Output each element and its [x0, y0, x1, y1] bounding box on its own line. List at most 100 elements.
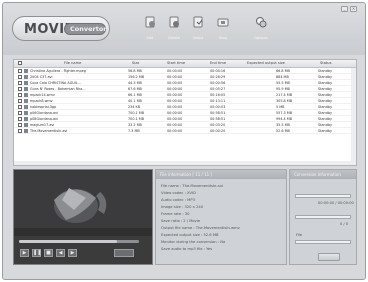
cell-size: 44.3 MB	[128, 80, 142, 85]
stop-icon	[217, 18, 229, 27]
cell-name: 2004 C37.avi	[30, 74, 53, 79]
select-button-label: Select	[192, 36, 204, 40]
table-horizontal-scrollbar[interactable]	[14, 161, 351, 165]
cell-status: Standby	[318, 68, 333, 73]
select-button[interactable]: Select	[184, 12, 212, 44]
video-file-icon	[24, 87, 28, 91]
cell-status: Standby	[318, 74, 333, 79]
row-checkbox[interactable]	[18, 117, 22, 121]
row-checkbox[interactable]	[18, 123, 22, 127]
cell-size: 700.1 MB	[128, 116, 145, 121]
row-checkbox[interactable]	[18, 93, 22, 97]
cell-size: 66.1 MB	[128, 92, 142, 97]
cell-name: mpack14.wmv	[30, 92, 55, 97]
file-progress-bar	[295, 194, 351, 198]
select-all-checkbox[interactable]	[18, 61, 22, 65]
cell-start: 00:00:00	[167, 98, 183, 103]
video-file-icon	[24, 75, 28, 79]
info-line: Save audio to mp3 file : Yes	[161, 247, 213, 251]
cell-status: Standby	[318, 110, 333, 115]
row-checkbox[interactable]	[18, 75, 22, 79]
cell-status: Standby	[318, 104, 333, 109]
row-checkbox[interactable]	[18, 99, 22, 103]
seek-progress	[19, 240, 118, 243]
cell-status: Standby	[318, 122, 333, 127]
cell-end: 00:00:20	[210, 128, 226, 133]
cell-end: 00:26:29	[210, 74, 226, 79]
app-window: MOVIE Convertor Add Delete Select Stop O…	[2, 2, 366, 280]
col-end-time[interactable]: End time	[210, 61, 226, 65]
video-frame	[14, 170, 152, 236]
cell-end: 00:04:16	[210, 68, 226, 73]
video-file-icon	[24, 81, 28, 85]
cell-name: mpack8.wmv	[30, 98, 53, 103]
cell-name: Coca Cola CHRISTINA AGUIL...	[30, 80, 81, 85]
col-status[interactable]: Status	[320, 61, 331, 65]
col-start-time[interactable]: Start time	[167, 61, 185, 65]
volume-slider[interactable]	[114, 249, 134, 257]
cell-name: magium17.avi	[30, 122, 55, 127]
cell-start: 00:00:00	[167, 128, 183, 133]
cell-status: Standby	[318, 98, 333, 103]
row-checkbox[interactable]	[18, 105, 22, 109]
file-info-title: File information [ 11 / 11 ]	[160, 172, 213, 177]
row-checkbox[interactable]	[18, 69, 22, 73]
cell-output-size: 305.8 MB	[276, 98, 293, 103]
video-file-icon	[24, 123, 28, 127]
cell-output-size: 66.8 MB	[276, 68, 290, 73]
play-button[interactable]: ▶	[20, 249, 29, 257]
cell-output-size: 994.4 MB	[276, 116, 293, 121]
cell-start: 00:00:00	[167, 80, 183, 85]
table-body: Christina Aguilera - Fighter.mpeg 56.8 MB…	[14, 68, 356, 134]
conversion-time: 00:00:00 / 00:00:00	[318, 201, 354, 205]
stop-button-label: Stop	[219, 36, 227, 40]
cell-end: 00:00:03	[210, 104, 226, 109]
cell-size: 40.1 MB	[128, 98, 142, 103]
stop-button[interactable]: Stop	[209, 12, 237, 44]
logo-pill: Convertor	[64, 23, 107, 35]
info-line: Output file name : The.MovementIsIn.wmv	[161, 226, 240, 230]
conversion-title: Conversion Information	[294, 172, 341, 177]
row-checkbox[interactable]	[18, 129, 22, 133]
video-file-icon	[24, 129, 28, 133]
info-line: Monitor during the conversion : No	[161, 240, 226, 244]
row-checkbox[interactable]	[18, 111, 22, 115]
cell-status: Standby	[318, 86, 333, 91]
cell-output-size: 35.5 MB	[276, 122, 290, 127]
total-progress-bar	[295, 215, 351, 219]
conversion-panel: Conversion Information 00:00:00 / 00:00:…	[289, 169, 357, 265]
table-vertical-scrollbar[interactable]	[351, 68, 356, 165]
file-info-header: File information [ 11 / 11 ]	[156, 170, 286, 179]
options-button[interactable]: Options	[247, 12, 275, 44]
col-file-name[interactable]: File name	[64, 61, 81, 65]
cell-start: 00:00:00	[167, 92, 183, 97]
col-expected-size[interactable]: Expected output size	[247, 61, 285, 65]
header: MOVIE Convertor Add Delete Select Stop O…	[3, 3, 365, 55]
row-checkbox[interactable]	[18, 87, 22, 91]
pause-button[interactable]: ❚❚	[32, 249, 41, 257]
cell-start: 00:00:00	[167, 122, 183, 127]
seek-bar[interactable]	[19, 240, 139, 243]
info-line: Video codec : XVID	[161, 191, 196, 195]
convert-button[interactable]	[318, 253, 340, 261]
video-file-icon	[24, 99, 28, 103]
next-button[interactable]: ▶	[68, 249, 77, 257]
cell-name: p08Giordana.avi	[30, 116, 59, 121]
delete-icon	[169, 16, 179, 28]
file-count-bar	[295, 240, 351, 244]
col-size[interactable]: Size	[132, 61, 139, 65]
cell-end: 00:58:51	[210, 110, 226, 115]
row-checkbox[interactable]	[18, 81, 22, 85]
cell-end: 00:16:05	[210, 92, 226, 97]
minimize-button[interactable]: _	[341, 6, 348, 12]
stop-playback-button[interactable]: ■	[44, 249, 53, 257]
video-preview: ▶ ❚❚ ■ ◀ ▶	[13, 169, 153, 265]
table-row[interactable]: The.MovementIsIn.avi 7.3 MB 00:00:00 00:00:…	[14, 128, 356, 134]
info-line: Frame rate : 30	[161, 212, 190, 216]
cell-size: 33.2 MB	[128, 122, 142, 127]
cell-size: 234 KB	[128, 104, 141, 109]
cell-size: 7.3 MB	[128, 128, 140, 133]
prev-button[interactable]: ◀	[56, 249, 65, 257]
cell-status: Standby	[318, 116, 333, 121]
close-button[interactable]: ×	[350, 6, 357, 12]
